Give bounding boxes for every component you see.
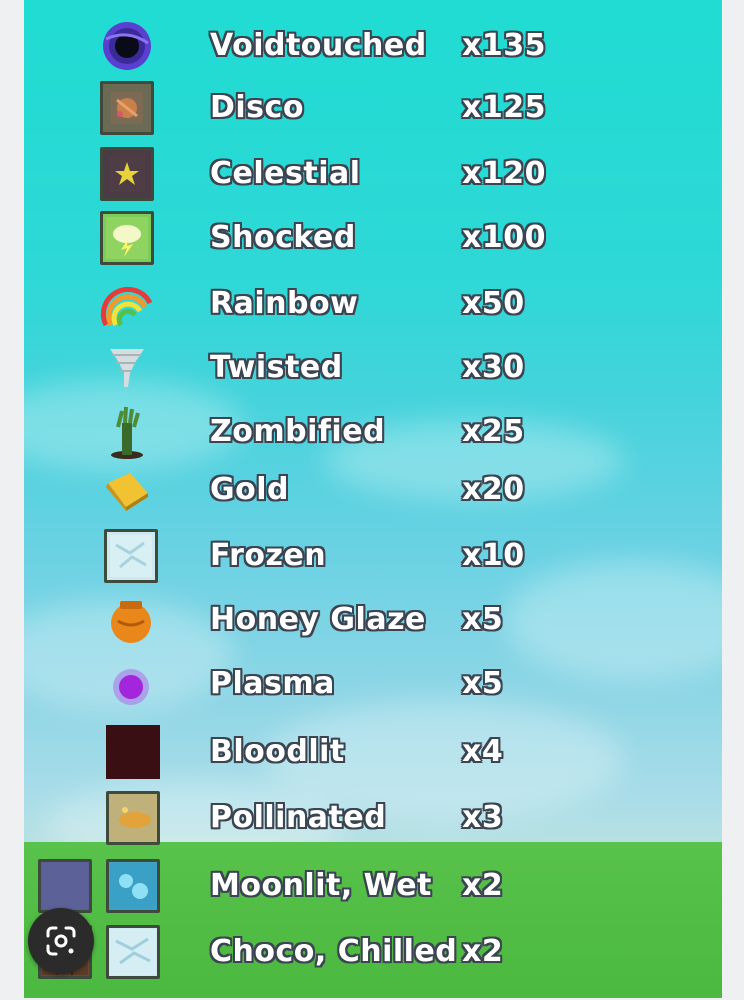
mutation-row: Gold x20 bbox=[24, 460, 722, 520]
tornado-icon bbox=[100, 341, 154, 395]
mutation-multiplier: x135 bbox=[462, 28, 546, 63]
mutation-row: Plasma x5 bbox=[24, 654, 722, 714]
mutation-row: Honey Glaze x5 bbox=[24, 590, 722, 650]
mutation-multiplier: x10 bbox=[462, 538, 525, 573]
mutation-multiplier: x3 bbox=[462, 800, 504, 835]
moon-icon bbox=[38, 859, 92, 913]
star-icon bbox=[100, 147, 154, 201]
mutation-name: Rainbow bbox=[210, 286, 359, 321]
chilled-ice-icon bbox=[106, 925, 160, 979]
mutation-multiplier: x100 bbox=[462, 220, 546, 255]
mutation-multiplier: x2 bbox=[462, 868, 504, 903]
water-droplet-icon bbox=[106, 859, 160, 913]
mutation-multiplier: x20 bbox=[462, 472, 525, 507]
black-hole-icon bbox=[100, 19, 154, 73]
rainbow-icon bbox=[100, 277, 154, 331]
mutation-multiplier-panel: Voidtouched x135 Disco x125 Celestial x1… bbox=[24, 0, 722, 998]
mutation-multiplier: x125 bbox=[462, 90, 546, 125]
mutation-row: Frozen x10 bbox=[24, 526, 722, 586]
mutation-name: Plasma bbox=[210, 666, 335, 701]
plasma-icon bbox=[104, 657, 158, 711]
mutation-row: Rainbow x50 bbox=[24, 274, 722, 334]
mutation-name: Celestial bbox=[210, 156, 361, 191]
mutation-multiplier: x120 bbox=[462, 156, 546, 191]
mutation-name: Gold bbox=[210, 472, 289, 507]
google-lens-icon[interactable] bbox=[28, 908, 94, 974]
mutation-name: Shocked bbox=[210, 220, 356, 255]
mutation-name: Moonlit, Wet bbox=[210, 868, 432, 903]
mutation-name: Bloodlit bbox=[210, 734, 345, 769]
mutation-name: Voidtouched bbox=[210, 28, 427, 63]
mutation-multiplier: x4 bbox=[462, 734, 504, 769]
mutation-row: Shocked x100 bbox=[24, 208, 722, 268]
mutation-name: Disco bbox=[210, 90, 304, 125]
mutation-row: Moonlit, Wet x2 bbox=[24, 856, 722, 916]
zombie-hand-icon bbox=[100, 405, 154, 459]
mutation-row: Bloodlit x4 bbox=[24, 722, 722, 782]
mutation-row: Celestial x120 bbox=[24, 144, 722, 204]
mutation-row: Pollinated x3 bbox=[24, 788, 722, 848]
mutation-name: Honey Glaze bbox=[210, 602, 426, 637]
mutation-row: Disco x125 bbox=[24, 78, 722, 138]
mutation-row: Twisted x30 bbox=[24, 338, 722, 398]
mutation-name: Twisted bbox=[210, 350, 343, 385]
lightning-cloud-icon bbox=[100, 211, 154, 265]
mutation-multiplier: x50 bbox=[462, 286, 525, 321]
mutation-row: Choco, Chilled x2 bbox=[24, 922, 722, 982]
blood-moon-icon bbox=[106, 725, 160, 779]
mutation-multiplier: x5 bbox=[462, 602, 504, 637]
mutation-name: Pollinated bbox=[210, 800, 387, 835]
mutation-multiplier: x30 bbox=[462, 350, 525, 385]
gold-bar-icon bbox=[100, 463, 154, 517]
mutation-row: Zombified x25 bbox=[24, 402, 722, 462]
mutation-name: Choco, Chilled bbox=[210, 934, 458, 969]
mutation-multiplier: x2 bbox=[462, 934, 504, 969]
mutation-multiplier: x5 bbox=[462, 666, 504, 701]
ice-icon bbox=[104, 529, 158, 583]
mutation-name: Frozen bbox=[210, 538, 327, 573]
mutation-multiplier: x25 bbox=[462, 414, 525, 449]
disco-icon bbox=[100, 81, 154, 135]
honey-pot-icon bbox=[104, 593, 158, 647]
pollen-icon bbox=[106, 791, 160, 845]
mutation-row: Voidtouched x135 bbox=[24, 16, 722, 76]
mutation-name: Zombified bbox=[210, 414, 386, 449]
